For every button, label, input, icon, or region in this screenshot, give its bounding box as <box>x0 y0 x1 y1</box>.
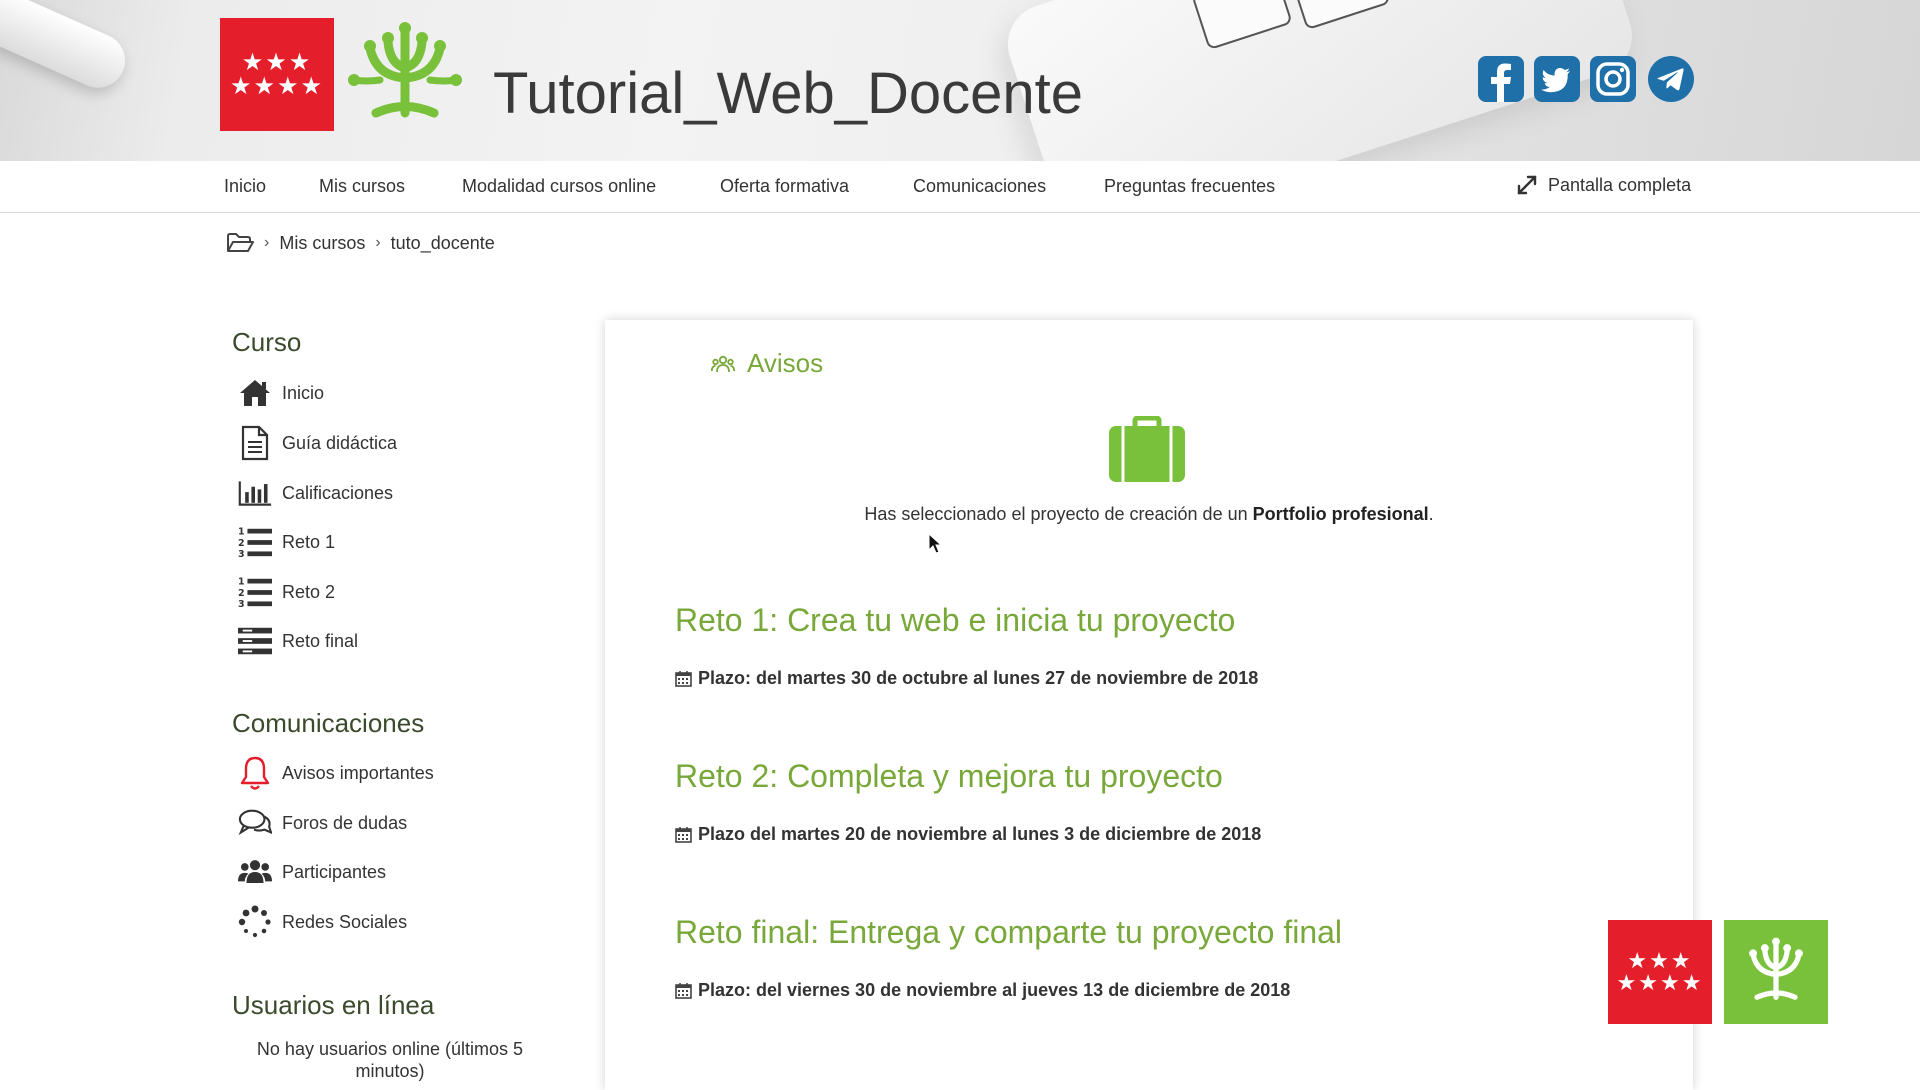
comunidad-madrid-logo[interactable]: ★★★ ★★★★ <box>220 18 334 131</box>
reto-2-plazo: Plazo del martes 20 de noviembre al lune… <box>675 824 1261 845</box>
bell-icon <box>238 756 272 790</box>
folder-open-icon[interactable] <box>226 232 254 254</box>
selected-project-text: Has seleccionado el proyecto de creación… <box>605 504 1693 525</box>
reto-2-title[interactable]: Reto 2: Completa y mejora tu proyecto <box>675 758 1223 795</box>
spinner-icon <box>238 905 272 939</box>
site-header: ★★★ ★★★★ Tutorial_Web_Docente <box>0 0 1920 161</box>
nav-item-modalidad[interactable]: Modalidad cursos online <box>462 176 656 197</box>
users-icon <box>238 855 272 889</box>
sidebar-item-reto-1[interactable]: 123 Reto 1 <box>238 525 336 560</box>
svg-text:3: 3 <box>238 599 245 610</box>
fullscreen-label: Pantalla completa <box>1548 174 1692 195</box>
sidebar-item-label: Guía didáctica <box>282 432 398 453</box>
svg-text:2: 2 <box>238 538 245 549</box>
breadcrumb: › Mis cursos › tuto_docente <box>226 232 495 254</box>
svg-text:2: 2 <box>238 588 245 599</box>
nav-item-mis-cursos[interactable]: Mis cursos <box>319 176 405 197</box>
sidebar-usuarios-title: Usuarios en línea <box>232 990 435 1020</box>
reto-1-title[interactable]: Reto 1: Crea tu web e inicia tu proyecto <box>675 602 1235 639</box>
numbered-list-icon: 123 <box>238 525 272 560</box>
svg-text:1: 1 <box>238 576 245 587</box>
fullscreen-button[interactable]: Pantalla completa <box>1516 174 1691 196</box>
sidebar-item-label: Foros de dudas <box>282 812 408 833</box>
plazo-text: Plazo: del martes 30 de octubre al lunes… <box>698 668 1259 688</box>
telegram-icon[interactable] <box>1648 56 1694 102</box>
sidebar-item-label: Inicio <box>282 382 325 403</box>
avisos-title: Avisos <box>747 348 824 378</box>
tree-icon <box>1749 937 1803 1000</box>
reto-final-title[interactable]: Reto final: Entrega y comparte tu proyec… <box>675 914 1342 951</box>
sidebar-item-label: Reto 1 <box>282 531 336 552</box>
calendar-icon <box>675 983 692 999</box>
sidebar-item-label: Avisos importantes <box>282 762 434 783</box>
plazo-text: Plazo: del viernes 30 de noviembre al ju… <box>698 980 1291 1000</box>
logo-stars: ★★★ <box>241 48 313 76</box>
mouse-cursor-icon <box>928 533 942 554</box>
nav-item-inicio[interactable]: Inicio <box>224 176 266 197</box>
reto-1-plazo: Plazo: del martes 30 de octubre al lunes… <box>675 668 1258 689</box>
instagram-icon[interactable] <box>1590 56 1636 102</box>
numbered-list-icon: 123 <box>238 575 272 610</box>
logo-stars: ★★★★ <box>1616 970 1704 995</box>
nav-item-preguntas[interactable]: Preguntas frecuentes <box>1104 176 1275 197</box>
sidebar-item-participantes[interactable]: Participantes <box>238 855 386 889</box>
document-icon <box>238 425 272 461</box>
sidebar-item-label: Reto 2 <box>282 581 336 602</box>
calendar-icon <box>675 671 692 687</box>
avisos-card: Avisos Has seleccionado el proyecto de c… <box>605 320 1693 1090</box>
twitter-icon[interactable] <box>1534 56 1580 102</box>
reto-final-plazo: Plazo: del viernes 30 de noviembre al ju… <box>675 980 1290 1001</box>
breadcrumb-separator: › <box>375 234 381 251</box>
sidebar-item-foros[interactable]: Foros de dudas <box>238 806 407 840</box>
sidebar-item-redes[interactable]: Redes Sociales <box>238 905 407 939</box>
sidebar-item-reto-final[interactable]: Reto final <box>238 624 358 658</box>
pen-decoration <box>0 0 134 97</box>
logo-stars: ★★★★ <box>229 72 325 100</box>
breadcrumb-separator: › <box>264 234 270 251</box>
sidebar-item-label: Redes Sociales <box>282 911 408 932</box>
home-icon <box>238 376 272 410</box>
selected-suffix: . <box>1428 504 1434 524</box>
online-users-text: No hay usuarios online (últimos 5 minuto… <box>256 1039 524 1081</box>
nav-item-comunicaciones[interactable]: Comunicaciones <box>913 176 1046 197</box>
main-nav: Inicio Mis cursos Modalidad cursos onlin… <box>0 161 1920 213</box>
sidebar-curso-title: Curso <box>232 327 302 357</box>
selected-project-name: Portfolio profesional <box>1252 504 1429 524</box>
floating-comunidad-logo[interactable]: ★★★ ★★★★ <box>1608 920 1712 1024</box>
sidebar-item-label: Reto final <box>282 630 359 651</box>
sidebar-item-calificaciones[interactable]: Calificaciones <box>238 476 393 510</box>
sidebar-item-avisos[interactable]: Avisos importantes <box>238 756 434 790</box>
sidebar-item-guia[interactable]: Guía didáctica <box>238 425 398 461</box>
list-icon <box>238 624 272 658</box>
facebook-icon[interactable] <box>1478 56 1524 102</box>
tree-logo[interactable] <box>346 18 464 131</box>
briefcase-icon <box>1109 416 1185 482</box>
site-title: Tutorial_Web_Docente <box>493 61 1083 126</box>
svg-text:3: 3 <box>238 549 245 560</box>
svg-text:1: 1 <box>238 526 245 537</box>
sidebar-item-label: Calificaciones <box>282 482 394 503</box>
sidebar-item-reto-2[interactable]: 123 Reto 2 <box>238 575 336 610</box>
breadcrumb-mis-cursos[interactable]: Mis cursos <box>279 233 365 254</box>
expand-icon <box>1517 175 1537 195</box>
sidebar-item-inicio[interactable]: Inicio <box>238 376 324 410</box>
logo-stars: ★★★ <box>1627 948 1693 973</box>
avisos-header: Avisos <box>711 348 823 379</box>
group-icon <box>711 355 735 372</box>
breadcrumb-current: tuto_docente <box>390 232 495 253</box>
selected-prefix: Has seleccionado el proyecto de creación… <box>864 504 1253 524</box>
chat-icon <box>238 806 272 840</box>
nav-item-oferta[interactable]: Oferta formativa <box>720 176 849 197</box>
bar-chart-icon <box>238 476 272 510</box>
calendar-icon <box>675 827 692 843</box>
sidebar-item-label: Participantes <box>282 861 387 882</box>
plazo-text: Plazo del martes 20 de noviembre al lune… <box>698 824 1262 844</box>
floating-tree-logo[interactable] <box>1724 920 1828 1024</box>
sidebar-comunicaciones-title: Comunicaciones <box>232 708 425 738</box>
